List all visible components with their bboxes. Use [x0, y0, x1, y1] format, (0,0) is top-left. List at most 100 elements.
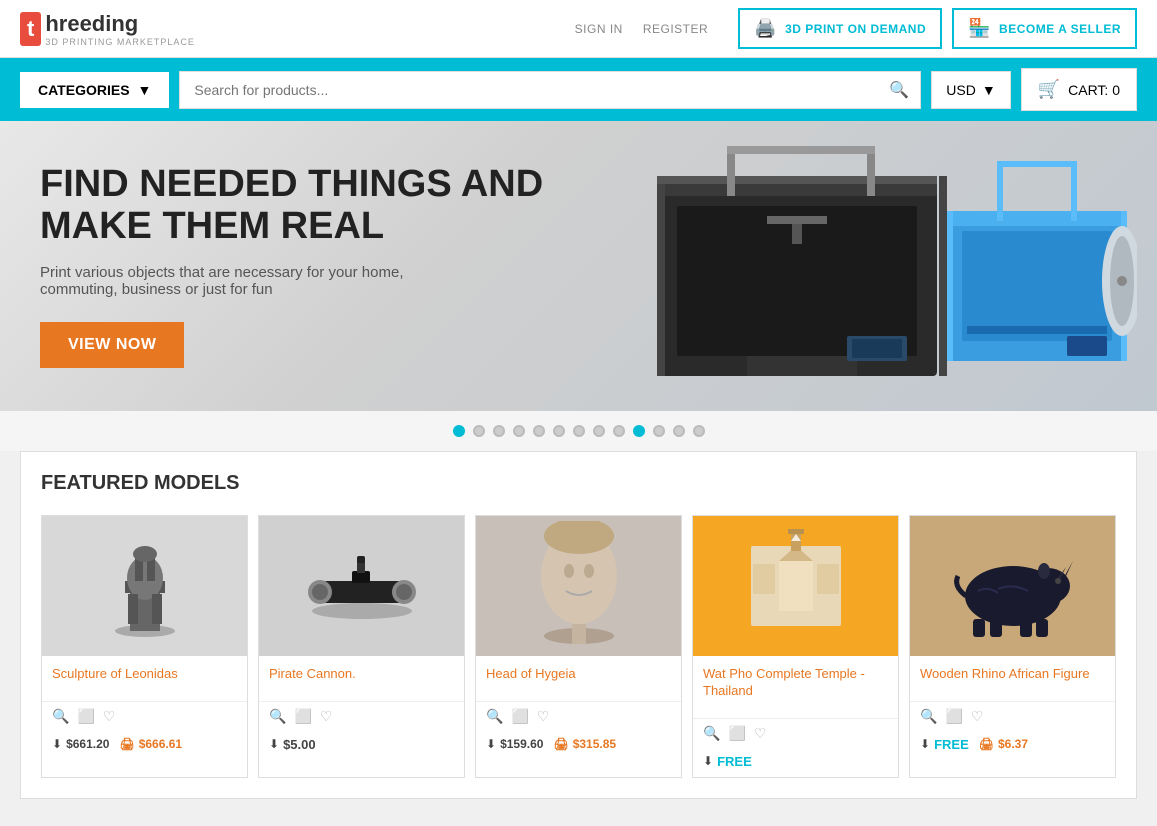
product-actions-1: 🔍 ⬜ ♡: [42, 701, 247, 731]
search-wrap: 🔍: [179, 71, 921, 109]
categories-button[interactable]: CATEGORIES ▼: [20, 72, 169, 108]
product-name-3: Head of Hygeia: [486, 666, 671, 683]
navbar: CATEGORIES ▼ 🔍 USD ▼ 🛒 CART: 0: [0, 58, 1157, 121]
dot-8[interactable]: [593, 425, 605, 437]
download-price-3: ⬇ $159.60: [486, 737, 543, 751]
header: t hreeding 3D PRINTING MARKETPLACE SIGN …: [0, 0, 1157, 58]
zoom-icon-2[interactable]: 🔍: [269, 708, 286, 725]
zoom-icon-3[interactable]: 🔍: [486, 708, 503, 725]
hero-dots: [0, 411, 1157, 451]
search-input[interactable]: [179, 71, 921, 109]
product-card-2: Pirate Cannon. 🔍 ⬜ ♡ ⬇ $5.00: [258, 515, 465, 778]
cart-label: CART: 0: [1068, 82, 1120, 98]
print-icon-5: 🖨: [979, 737, 994, 751]
product-prices-2: ⬇ $5.00: [259, 731, 464, 760]
view-icon-2[interactable]: ⬜: [294, 708, 311, 725]
view-icon-1[interactable]: ⬜: [77, 708, 94, 725]
logo-subtitle: 3D PRINTING MARKETPLACE: [45, 37, 195, 47]
product-card-1: Sculpture of Leonidas 🔍 ⬜ ♡ ⬇ $661.20 🖨 …: [41, 515, 248, 778]
logo-icon: t: [20, 12, 41, 46]
view-icon-3[interactable]: ⬜: [511, 708, 528, 725]
dot-2[interactable]: [473, 425, 485, 437]
dot-3[interactable]: [493, 425, 505, 437]
product-image-4: [693, 516, 898, 656]
become-seller-button[interactable]: 🏪 BECOME A SELLER: [952, 8, 1137, 49]
product-image-5: [910, 516, 1115, 656]
print-icon-3: 🖨: [553, 737, 568, 751]
product-info-3: Head of Hygeia: [476, 656, 681, 701]
hero-subtitle: Print various objects that are necessary…: [40, 264, 420, 298]
sign-in-link[interactable]: SIGN IN: [575, 22, 623, 36]
dot-13[interactable]: [693, 425, 705, 437]
product-prices-4: ⬇ FREE: [693, 748, 898, 777]
product-card-4: Wat Pho Complete Temple - Thailand 🔍 ⬜ ♡…: [692, 515, 899, 778]
products-grid: Sculpture of Leonidas 🔍 ⬜ ♡ ⬇ $661.20 🖨 …: [41, 515, 1116, 778]
wishlist-icon-5[interactable]: ♡: [971, 708, 984, 725]
download-icon-1: ⬇: [52, 737, 62, 751]
currency-selector[interactable]: USD ▼: [931, 71, 1010, 109]
download-icon-5: ⬇: [920, 737, 930, 751]
download-price-4: ⬇ FREE: [703, 754, 752, 769]
product-name-5: Wooden Rhino African Figure: [920, 666, 1105, 683]
search-icon: 🔍: [889, 82, 909, 99]
dot-9[interactable]: [613, 425, 625, 437]
dot-4[interactable]: [513, 425, 525, 437]
product-info-4: Wat Pho Complete Temple - Thailand: [693, 656, 898, 718]
product-image-2: [259, 516, 464, 656]
printer-black: [647, 136, 957, 396]
product-prices-1: ⬇ $661.20 🖨 $666.61: [42, 731, 247, 759]
dot-5[interactable]: [533, 425, 545, 437]
logo-name: hreeding: [45, 11, 138, 36]
print-on-demand-button[interactable]: 🖨️ 3D PRINT ON DEMAND: [738, 8, 942, 49]
download-icon-3: ⬇: [486, 737, 496, 751]
product-card-5: Wooden Rhino African Figure 🔍 ⬜ ♡ ⬇ FREE…: [909, 515, 1116, 778]
download-price-2: ⬇ $5.00: [269, 737, 316, 752]
product-image-1: [42, 516, 247, 656]
product-actions-2: 🔍 ⬜ ♡: [259, 701, 464, 731]
hero-banner: FIND NEEDED THINGS AND MAKE THEM REAL Pr…: [0, 121, 1157, 411]
dot-7[interactable]: [573, 425, 585, 437]
product-actions-4: 🔍 ⬜ ♡: [693, 718, 898, 748]
print-price-1: 🖨 $666.61: [119, 737, 182, 751]
seller-icon: 🏪: [968, 18, 991, 39]
currency-label: USD: [946, 82, 976, 98]
zoom-icon-1[interactable]: 🔍: [52, 708, 69, 725]
print-icon-1: 🖨: [119, 737, 134, 751]
download-price-5: ⬇ FREE: [920, 737, 969, 752]
product-image-3: [476, 516, 681, 656]
download-price-1: ⬇ $661.20: [52, 737, 109, 751]
product-actions-3: 🔍 ⬜ ♡: [476, 701, 681, 731]
search-button[interactable]: 🔍: [877, 71, 921, 109]
wishlist-icon-1[interactable]: ♡: [103, 708, 116, 725]
featured-title: FEATURED MODELS: [41, 472, 1116, 495]
header-links: SIGN IN REGISTER: [575, 22, 709, 36]
view-icon-4[interactable]: ⬜: [728, 725, 745, 742]
zoom-icon-5[interactable]: 🔍: [920, 708, 937, 725]
download-icon-2: ⬇: [269, 737, 279, 751]
dot-6[interactable]: [553, 425, 565, 437]
wishlist-icon-4[interactable]: ♡: [754, 725, 767, 742]
dot-10[interactable]: [633, 425, 645, 437]
dot-1[interactable]: [453, 425, 465, 437]
view-icon-5[interactable]: ⬜: [945, 708, 962, 725]
zoom-icon-4[interactable]: 🔍: [703, 725, 720, 742]
hero-title: FIND NEEDED THINGS AND MAKE THEM REAL: [40, 164, 543, 248]
dot-12[interactable]: [673, 425, 685, 437]
wishlist-icon-3[interactable]: ♡: [537, 708, 550, 725]
wishlist-icon-2[interactable]: ♡: [320, 708, 333, 725]
dot-11[interactable]: [653, 425, 665, 437]
register-link[interactable]: REGISTER: [643, 22, 708, 36]
printer-blue: [937, 151, 1137, 381]
product-prices-3: ⬇ $159.60 🖨 $315.85: [476, 731, 681, 759]
product-prices-5: ⬇ FREE 🖨 $6.37: [910, 731, 1115, 760]
view-now-button[interactable]: VIEW NOW: [40, 322, 184, 368]
product-info-1: Sculpture of Leonidas: [42, 656, 247, 701]
categories-label: CATEGORIES: [38, 82, 130, 98]
product-name-4: Wat Pho Complete Temple - Thailand: [703, 666, 888, 700]
logo: t hreeding 3D PRINTING MARKETPLACE: [20, 11, 195, 47]
print-price-3: 🖨 $315.85: [553, 737, 616, 751]
product-name-1: Sculpture of Leonidas: [52, 666, 237, 683]
featured-section: FEATURED MODELS Sculpture of Leonidas: [20, 451, 1137, 799]
product-name-2: Pirate Cannon.: [269, 666, 454, 683]
cart-button[interactable]: 🛒 CART: 0: [1021, 68, 1137, 111]
